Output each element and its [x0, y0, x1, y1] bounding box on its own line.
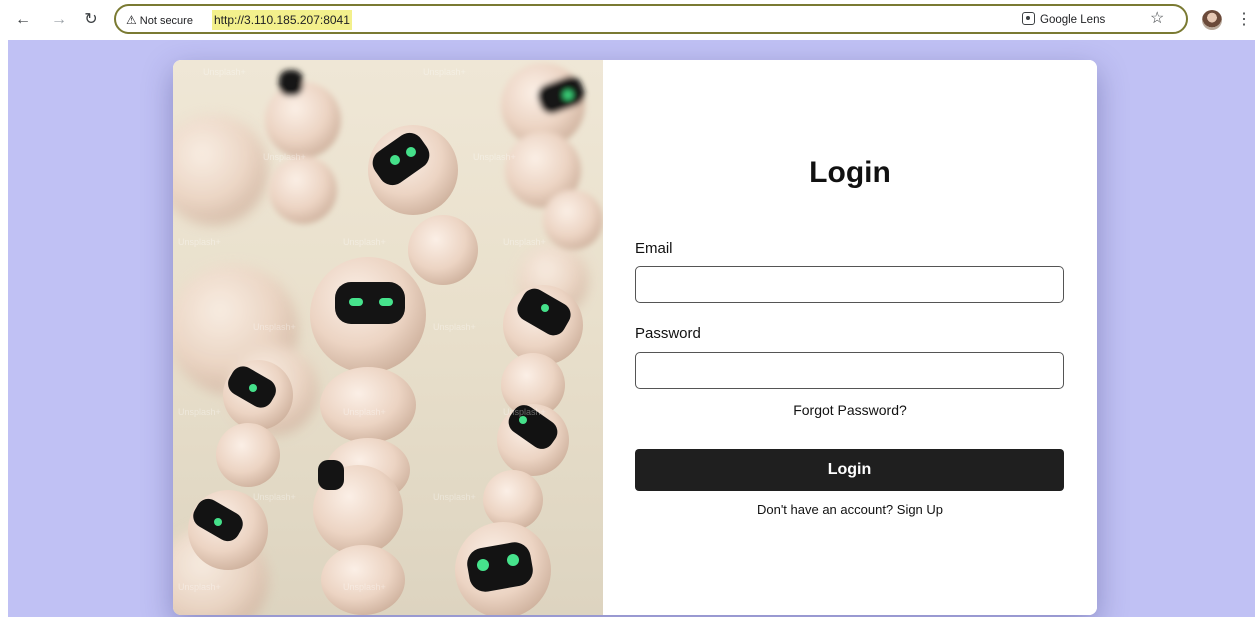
- robots-illustration: Unsplash+ Unsplash+ Unsplash+ Unsplash+ …: [173, 63, 603, 615]
- login-title: Login: [809, 156, 891, 189]
- watermark-text: Unsplash+: [253, 322, 296, 332]
- profile-avatar[interactable]: [1202, 10, 1222, 30]
- watermark-text: Unsplash+: [433, 322, 476, 332]
- security-label: Not secure: [139, 15, 193, 27]
- watermark-text: Unsplash+: [503, 407, 546, 417]
- forgot-password-link[interactable]: Forgot Password?: [603, 402, 1097, 418]
- watermark-text: Unsplash+: [343, 582, 386, 592]
- signup-link[interactable]: Don't have an account? Sign Up: [603, 502, 1097, 517]
- watermark-text: Unsplash+: [178, 407, 221, 417]
- email-field[interactable]: [635, 266, 1064, 303]
- watermark-text: Unsplash+: [263, 152, 306, 162]
- watermark-text: Unsplash+: [178, 582, 221, 592]
- warning-icon: ⚠: [126, 13, 137, 27]
- login-form: Login Email Password Forgot Password? Lo…: [603, 60, 1097, 615]
- forward-arrow-icon[interactable]: →: [48, 10, 70, 30]
- back-arrow-icon[interactable]: ←: [12, 10, 34, 30]
- watermark-text: Unsplash+: [503, 237, 546, 247]
- watermark-text: Unsplash+: [433, 492, 476, 502]
- browser-toolbar: ← → ↻ ⚠ Not secure http://3.110.185.207:8…: [0, 0, 1255, 40]
- more-menu-icon[interactable]: ⋮: [1236, 10, 1252, 30]
- watermark-text: Unsplash+: [343, 407, 386, 417]
- password-field[interactable]: [635, 352, 1064, 389]
- reload-icon[interactable]: ↻: [80, 10, 102, 30]
- url-text[interactable]: http://3.110.185.207:8041: [212, 10, 352, 30]
- watermark-text: Unsplash+: [178, 237, 221, 247]
- google-lens-button[interactable]: Google Lens: [1022, 11, 1105, 29]
- lens-label: Google Lens: [1040, 14, 1106, 26]
- login-button[interactable]: Login: [635, 449, 1064, 491]
- lens-icon: [1022, 12, 1035, 25]
- security-chip[interactable]: ⚠ Not secure: [126, 11, 193, 29]
- login-card: Unsplash+ Unsplash+ Unsplash+ Unsplash+ …: [173, 60, 1097, 615]
- email-label: Email: [635, 240, 673, 257]
- password-label: Password: [635, 325, 701, 342]
- bookmark-star-icon[interactable]: ☆: [1150, 9, 1164, 29]
- watermark-text: Unsplash+: [253, 492, 296, 502]
- watermark-text: Unsplash+: [203, 67, 246, 77]
- watermark-text: Unsplash+: [423, 67, 466, 77]
- robots-hero-image: Unsplash+ Unsplash+ Unsplash+ Unsplash+ …: [173, 60, 603, 615]
- address-bar[interactable]: ⚠ Not secure http://3.110.185.207:8041 Go…: [114, 4, 1188, 34]
- watermark-text: Unsplash+: [343, 237, 386, 247]
- watermark-text: Unsplash+: [473, 152, 516, 162]
- page-viewport: Unsplash+ Unsplash+ Unsplash+ Unsplash+ …: [8, 40, 1255, 617]
